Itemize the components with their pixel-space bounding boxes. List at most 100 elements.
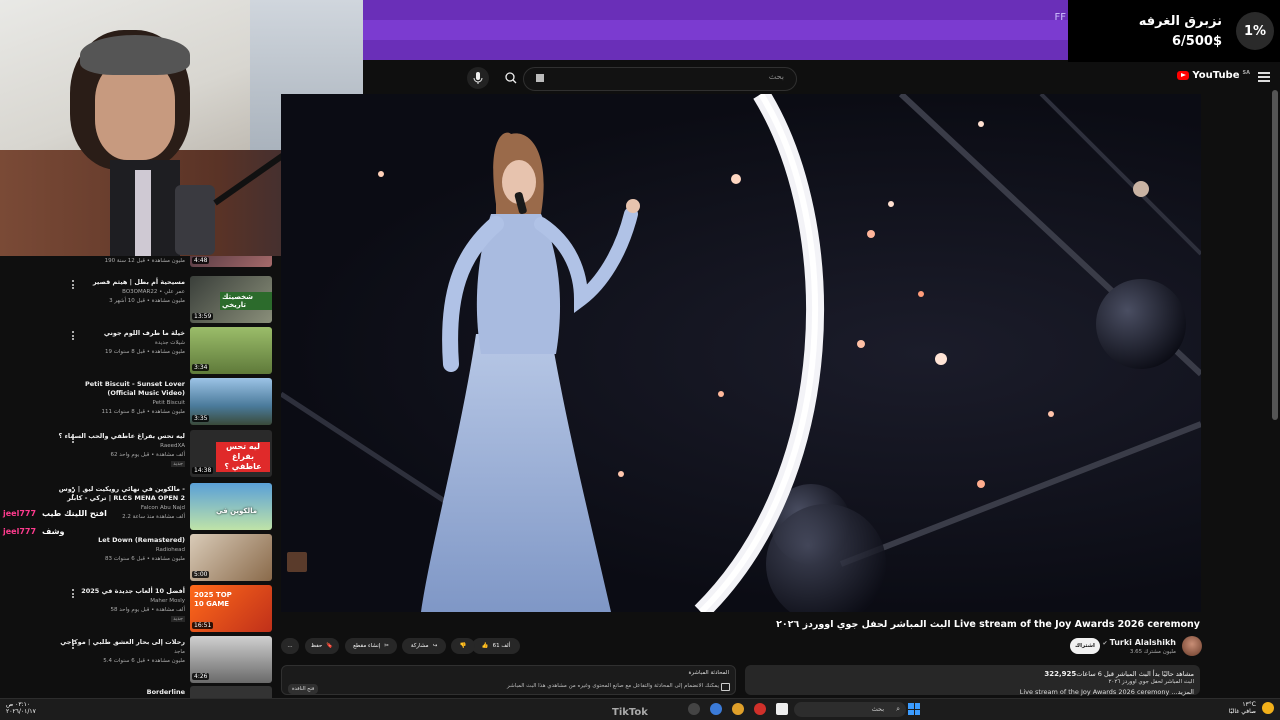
video-thumbnail[interactable]: ليه تحس بفراغ عاطفي ؟ 14:38 <box>190 430 272 477</box>
chat-username: jeel777 <box>3 527 37 536</box>
taskbar-clock[interactable]: ٠٣:١٠ ص ٢٠٢٦/٠١/١٧ <box>6 701 36 715</box>
chat-icon <box>721 683 730 691</box>
more-options-icon[interactable] <box>72 589 75 600</box>
channel-avatar[interactable] <box>1182 636 1202 656</box>
clip-label: إنشاء مقطع <box>353 643 381 649</box>
video-thumbnail[interactable]: 4:26 <box>190 636 272 683</box>
more-icon: ... <box>287 643 293 649</box>
search-icon <box>505 72 517 84</box>
app-icon[interactable] <box>688 703 700 715</box>
app-icon[interactable] <box>754 703 766 715</box>
like-button[interactable]: 👍 61 ألف <box>472 638 520 654</box>
video-title: خيلة ما طرف اللوم جوني <box>103 329 185 337</box>
video-duration: 14:38 <box>192 467 214 474</box>
list-item[interactable]: 3:35 Petit Biscuit - Sunset Lover (Offic… <box>0 378 281 429</box>
video-title-line-2: تركي - كابلر | RLCS MENA OPEN 2 <box>67 494 185 502</box>
channel-name[interactable]: ✔ Turki Alalshikh <box>1103 638 1176 647</box>
video-title: Petit Biscuit - Sunset Lover <box>84 380 185 388</box>
video-thumbnail[interactable]: 2025 TOP 10 GAME 16:51 <box>190 585 272 632</box>
dislike-button[interactable]: 👎 <box>451 638 475 654</box>
video-title: Let Down (Remastered) <box>98 536 185 544</box>
video-meta: 111 مليون مشاهدة • قبل 8 سنوات <box>101 409 185 415</box>
list-item[interactable]: ليه تحس بفراغ عاطفي ؟ 14:38 ليه تحس بفرا… <box>0 430 281 481</box>
live-chat-text: يمكنك الانضمام إلى المحادثة والتفاعل مع … <box>507 683 719 689</box>
youtube-play-icon <box>1177 71 1190 80</box>
more-actions-button[interactable]: ... <box>281 638 299 654</box>
video-meta: 62 ألف مشاهدة • قبل يوم واحد <box>110 452 185 458</box>
donation-amount: 6/500$ <box>1172 34 1222 49</box>
description-box[interactable]: مشاهد حاليًا بدأ البث المباشر قبل 6 ساعا… <box>745 665 1200 696</box>
list-item[interactable]: 5:00 Let Down (Remastered) Radiohead 83 … <box>0 534 281 585</box>
video-frame <box>281 94 1201 612</box>
video-title: رحلات إلى بحار العشق طلبي | موكاجي <box>60 638 185 646</box>
video-title: ليه تحس بفراغ عاطفي والحب السماء ؟ <box>58 432 185 440</box>
menu-icon[interactable] <box>1258 72 1270 84</box>
video-thumbnail[interactable]: 3:34 <box>190 327 272 374</box>
video-duration: 13:59 <box>192 313 214 320</box>
video-thumbnail[interactable]: 4:48 <box>190 256 272 267</box>
clock-time: ٠٣:١٠ ص <box>6 701 31 708</box>
subscribe-button[interactable]: اشتراك <box>1070 638 1100 654</box>
taskbar-search[interactable]: بحث ⌕ <box>794 702 906 717</box>
list-item[interactable]: 4:48 190 مليون مشاهدة • قبل 12 سنة <box>0 256 281 271</box>
channel-subscribers: 3.65 مليون مشترك <box>1129 649 1176 655</box>
share-button[interactable]: مشاركة ↪ <box>402 638 446 654</box>
chrome-icon[interactable] <box>710 703 722 715</box>
video-thumbnail[interactable]: 5:00 <box>190 534 272 581</box>
weather-widget[interactable]: ١٣°C صافي غالبًا <box>1229 701 1256 715</box>
clip-button[interactable]: إنشاء مقطع ✂ <box>345 638 397 654</box>
video-meta: 3 مليون مشاهدة • قبل 10 أشهر <box>109 298 185 304</box>
video-thumbnail[interactable]: 3:35 <box>190 378 272 425</box>
file-explorer-icon[interactable] <box>776 703 788 715</box>
bookmark-icon: 🔖 <box>326 643 334 649</box>
open-chat-button[interactable]: فتح النافذة <box>288 684 319 694</box>
search-placeholder: بحث <box>768 72 784 81</box>
chat-text: افتح اللينك طيب <box>42 509 107 518</box>
more-options-icon[interactable] <box>72 331 75 342</box>
mic-button[interactable] <box>467 67 489 89</box>
save-label: حفظ <box>310 643 323 649</box>
stream-chat-message: jeel777 وشف <box>3 527 64 536</box>
more-options-icon[interactable] <box>72 640 75 651</box>
video-player[interactable] <box>281 94 1201 612</box>
windows-start-icon[interactable] <box>908 703 920 715</box>
more-options-icon[interactable] <box>72 487 75 498</box>
video-channel: شيلات جديدة <box>154 340 185 346</box>
search-input[interactable]: بحث <box>523 67 797 91</box>
list-item[interactable]: Borderline <box>0 686 281 698</box>
share-label: مشاركة <box>410 643 429 649</box>
description-status: مشاهد حاليًا بدأ البث المباشر قبل 6 ساعا… <box>1076 670 1194 678</box>
video-title-line-2: (Official Music Video) <box>107 389 185 397</box>
donation-title: نزبرق الغرفه <box>1138 14 1222 29</box>
more-options-icon[interactable] <box>72 434 75 445</box>
list-item[interactable]: 4:26 رحلات إلى بحار العشق طلبي | موكاجي … <box>0 636 281 687</box>
donation-goal: نزبرق الغرفه 6/500$ 1% <box>1068 0 1280 62</box>
video-meta: 5.4 مليون مشاهدة • قبل 6 سنوات <box>103 658 185 664</box>
video-thumbnail[interactable] <box>190 686 272 698</box>
list-item[interactable]: شخصيتك تاريخي 13:59 مسيحية أم بطل | هيثم… <box>0 276 281 327</box>
video-thumbnail[interactable]: شخصيتك تاريخي 13:59 <box>190 276 272 323</box>
thumbnail-text: ليه تحس بفراغ عاطفي ؟ <box>216 442 270 472</box>
thumbnail-text: مالكوين في <box>216 507 258 515</box>
list-item[interactable]: 2025 TOP 10 GAME 16:51 أفضل 10 ألعاب جدي… <box>0 585 281 636</box>
new-badge: جديد <box>171 616 185 622</box>
donation-percent: 1% <box>1236 12 1274 50</box>
more-options-icon[interactable] <box>72 280 75 291</box>
like-count: 61 ألف <box>492 643 511 649</box>
app-icon[interactable] <box>732 703 744 715</box>
search-button[interactable] <box>499 67 523 89</box>
save-button[interactable]: حفظ 🔖 <box>305 638 339 654</box>
clock-date: ٢٠٢٦/٠١/١٧ <box>6 708 36 715</box>
new-badge: جديد <box>171 461 185 467</box>
video-thumbnail[interactable]: مالكوين في <box>190 483 272 530</box>
page-scrollbar[interactable] <box>1272 90 1278 420</box>
list-item[interactable]: 3:34 خيلة ما طرف اللوم جوني شيلات جديدة … <box>0 327 281 378</box>
video-channel: BO3OMAR22 • عمر علي <box>122 289 185 295</box>
keyboard-icon <box>536 74 544 82</box>
youtube-logo[interactable]: YouTube SA <box>1177 70 1250 81</box>
video-channel: ماجد <box>174 649 185 655</box>
video-meta: 190 مليون مشاهدة • قبل 12 سنة <box>104 258 185 264</box>
video-duration: 3:35 <box>192 415 210 422</box>
taskbar-search-placeholder: بحث <box>871 705 884 713</box>
video-channel: Petit Biscuit <box>152 400 185 406</box>
